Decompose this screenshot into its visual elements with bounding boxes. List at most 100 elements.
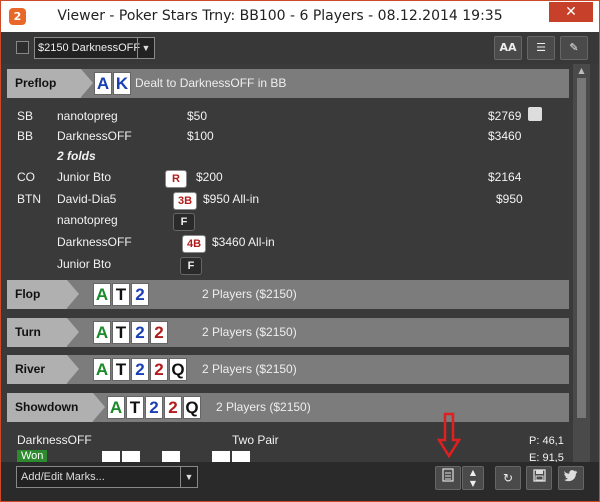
- card: A: [93, 358, 111, 381]
- player-name: Junior Bto: [57, 257, 112, 271]
- hand-history-panel: Preflop A K Dealt to DarknessOFF in BB S…: [7, 64, 569, 462]
- street-text: 2 Players ($2150): [202, 325, 297, 339]
- card: 2: [164, 396, 182, 419]
- title-bar: 2 Viewer - Poker Stars Trny: BB100 - 6 P…: [1, 1, 599, 32]
- player-name: David-Dia5: [57, 192, 117, 206]
- action-row: CO Junior Bto R $200 $2164: [7, 167, 569, 188]
- amount: $50: [187, 109, 208, 123]
- pot-equity: P: 46,1: [529, 435, 564, 447]
- card: K: [113, 72, 131, 95]
- position: CO: [17, 170, 35, 184]
- action-row: BB DarknessOFF $100 $3460: [7, 126, 569, 146]
- player-name: nanotopreg: [57, 109, 118, 123]
- notes-button[interactable]: [435, 466, 461, 490]
- reload-button[interactable]: ↻: [495, 466, 521, 490]
- card: T: [126, 396, 144, 419]
- card: Q: [183, 396, 201, 419]
- card: 2: [145, 396, 163, 419]
- position: BTN: [17, 192, 41, 206]
- card: [162, 451, 180, 462]
- stack: $3460: [488, 129, 522, 143]
- player-name: Junior Bto: [57, 170, 112, 184]
- action-badge: R: [165, 170, 187, 188]
- card: [102, 451, 120, 462]
- scroll-thumb[interactable]: [577, 78, 586, 418]
- edit-button[interactable]: ✎: [560, 36, 588, 60]
- street-preflop: Preflop A K Dealt to DarknessOFF in BB: [7, 69, 569, 98]
- marks-select-value: Add/Edit Marks...: [21, 471, 105, 483]
- card: 2: [150, 358, 168, 381]
- player-note-icon[interactable]: [528, 107, 542, 121]
- card: T: [112, 321, 130, 344]
- twitter-button[interactable]: [558, 466, 584, 490]
- red-down-arrow-icon: [437, 412, 461, 458]
- amount: $950 All-in: [203, 192, 260, 206]
- position: BB: [17, 129, 34, 143]
- street-label: River: [7, 355, 79, 384]
- folds-text: 2 folds: [57, 149, 96, 163]
- amount: $200: [196, 170, 223, 184]
- card: T: [112, 283, 130, 306]
- street-turn: Turn A T 2 2 2 Players ($2150): [7, 318, 569, 347]
- position: SB: [17, 109, 34, 123]
- street-label: Showdown: [7, 393, 105, 422]
- card: [122, 451, 140, 462]
- pot-select[interactable]: $2150 DarknessOFF ▼: [34, 37, 155, 59]
- action-badge: 4B: [182, 235, 207, 253]
- notes-icon: [442, 468, 454, 482]
- hole-cards: A K: [94, 72, 131, 95]
- board-cards: A T 2 2: [93, 321, 168, 344]
- action-badge: 3B: [173, 192, 198, 210]
- close-button[interactable]: ✕: [549, 2, 593, 22]
- stack: $950: [496, 192, 523, 206]
- street-text: 2 Players ($2150): [216, 400, 311, 414]
- card: A: [93, 283, 111, 306]
- action-row: SB nanotopreg $50 $2769: [7, 106, 569, 126]
- board-cards: A T 2 2 Q: [107, 396, 201, 419]
- card: A: [93, 321, 111, 344]
- street-text: 2 Players ($2150): [202, 287, 297, 301]
- window-title: Viewer - Poker Stars Trny: BB100 - 6 Pla…: [57, 8, 503, 24]
- showdown-row: DarknessOFF Two Pair P: 46,1: [7, 430, 569, 450]
- chevron-down-icon: ▼: [180, 467, 197, 487]
- stepper-button[interactable]: ▲ ▼: [462, 466, 484, 490]
- font-size-button[interactable]: AA: [494, 36, 522, 60]
- action-row: 2 folds: [7, 146, 569, 166]
- chevron-down-icon: ▼: [137, 38, 154, 58]
- amount: $100: [187, 129, 214, 143]
- stack: $2164: [488, 170, 522, 184]
- won-badge: Won: [17, 450, 48, 462]
- twitter-icon: [564, 470, 578, 482]
- action-row: DarknessOFF 4B $3460 All-in: [7, 232, 569, 253]
- street-label: Preflop: [7, 69, 93, 98]
- card: Q: [169, 358, 187, 381]
- street-river: River A T 2 2 Q 2 Players ($2150): [7, 355, 569, 384]
- toolbar: $2150 DarknessOFF ▼ AA ☰ ✎: [1, 32, 599, 64]
- card: 2: [131, 283, 149, 306]
- card: [232, 451, 250, 462]
- street-label: Turn: [7, 318, 79, 347]
- save-button[interactable]: [526, 466, 552, 490]
- card: T: [112, 358, 130, 381]
- action-row: BTN David-Dia5 3B $950 All-in $950: [7, 189, 569, 210]
- player-name: DarknessOFF: [17, 433, 92, 447]
- board-cards: A T 2: [93, 283, 149, 306]
- street-text: 2 Players ($2150): [202, 362, 297, 376]
- street-showdown: Showdown A T 2 2 Q 2 Players ($2150): [7, 393, 569, 422]
- amount: $3460 All-in: [212, 235, 275, 249]
- equity: E: 91,5: [529, 452, 564, 462]
- action-badge: F: [173, 213, 195, 231]
- card: 2: [150, 321, 168, 344]
- select-checkbox[interactable]: [16, 41, 29, 54]
- vertical-scrollbar[interactable]: ▲: [573, 64, 590, 462]
- bottom-bar: Add/Edit Marks... ▼ ▲ ▼ ↻: [1, 462, 599, 501]
- pot-select-value: $2150 DarknessOFF: [38, 42, 141, 54]
- list-button[interactable]: ☰: [527, 36, 555, 60]
- card: [212, 451, 230, 462]
- street-label: Flop: [7, 280, 79, 309]
- scroll-up-icon[interactable]: ▲: [573, 66, 590, 75]
- player-name: DarknessOFF: [57, 129, 132, 143]
- street-text: Dealt to DarknessOFF in BB: [135, 76, 287, 90]
- hand-rank: Two Pair: [232, 433, 279, 447]
- marks-select[interactable]: Add/Edit Marks... ▼: [16, 466, 198, 488]
